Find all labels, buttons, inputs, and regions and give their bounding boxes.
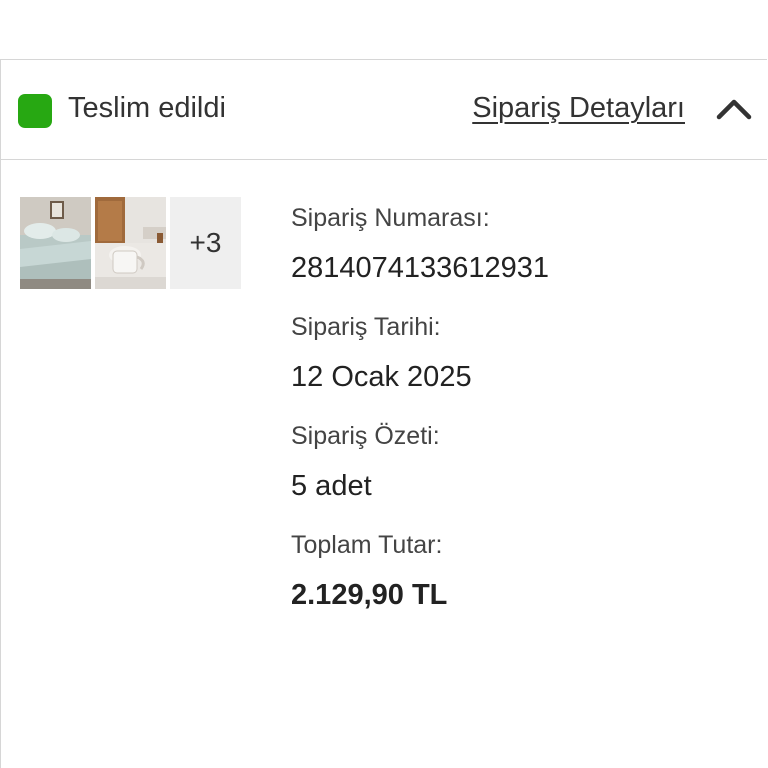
product-thumbnail-tea-set[interactable] — [95, 197, 166, 289]
order-summary-block: Sipariş Özeti: 5 adet — [291, 421, 549, 503]
order-card: Teslim edildi Sipariş Detayları +3 Sipar… — [0, 59, 767, 768]
order-details-link[interactable]: Sipariş Detayları — [472, 90, 685, 126]
order-date-label: Sipariş Tarihi: — [291, 313, 441, 341]
order-total-label: Toplam Tutar: — [291, 531, 443, 559]
status-indicator — [18, 94, 52, 128]
order-total-block: Toplam Tutar: 2.129,90 TL — [291, 530, 549, 612]
more-products-count[interactable]: +3 — [170, 197, 241, 289]
chevron-up-icon[interactable] — [715, 96, 753, 122]
order-total-value: 2.129,90 TL — [291, 579, 448, 611]
product-thumbnails: +3 — [20, 197, 241, 289]
order-number-label: Sipariş Numarası: — [291, 204, 490, 232]
order-status-label: Teslim edildi — [68, 92, 226, 124]
order-number-block: Sipariş Numarası: 2814074133612931 — [291, 203, 549, 285]
order-date-block: Sipariş Tarihi: 12 Ocak 2025 — [291, 312, 549, 394]
product-thumbnail-bedroom[interactable] — [20, 197, 91, 289]
order-summary-value: 5 adet — [291, 470, 372, 502]
order-info: Sipariş Numarası: 2814074133612931 Sipar… — [291, 203, 549, 639]
order-number-value: 2814074133612931 — [291, 252, 550, 284]
order-card-header: Teslim edildi Sipariş Detayları — [1, 60, 767, 160]
order-date-value: 12 Ocak 2025 — [291, 361, 472, 393]
order-summary-label: Sipariş Özeti: — [291, 422, 440, 450]
